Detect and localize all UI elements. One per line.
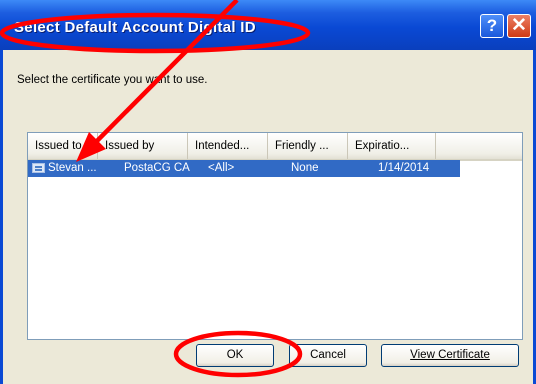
annotation-overlay: [0, 0, 311, 378]
title-highlight-ellipse: [0, 12, 311, 54]
ok-highlight-ellipse: [173, 330, 303, 378]
annotation-arrow-line: [88, 0, 239, 150]
